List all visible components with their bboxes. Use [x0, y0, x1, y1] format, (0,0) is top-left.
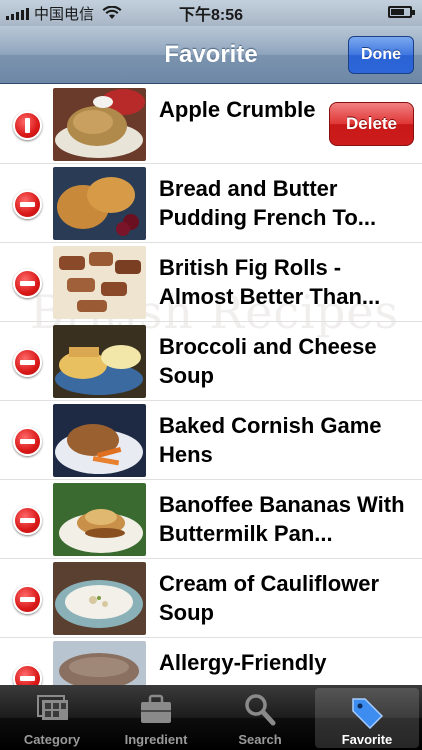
tab-category[interactable]: Category [0, 685, 104, 750]
tab-label: Favorite [341, 732, 393, 747]
tab-bar: Category Ingredient Search Favorite [0, 685, 422, 750]
list-item[interactable]: Banoffee Bananas With Buttermilk Pan... [0, 480, 422, 559]
recipe-thumbnail [53, 167, 146, 240]
recipe-title: British Fig Rolls - Almost Better Than..… [159, 255, 381, 309]
battery-icon [388, 6, 415, 18]
list-item[interactable]: Apple Crumble Delete [0, 85, 422, 164]
recipe-title: Baked Cornish Game Hens [159, 413, 382, 467]
done-button[interactable]: Done [348, 36, 414, 74]
delete-toggle-icon[interactable] [13, 664, 42, 685]
list-item[interactable]: Allergy-Friendly [0, 638, 422, 685]
recipe-title: Cream of Cauliflower Soup [159, 571, 380, 625]
favorites-list[interactable]: British Recipes Apple Crumble Delete Bre… [0, 85, 422, 685]
list-item[interactable]: Bread and Butter Pudding French To... [0, 164, 422, 243]
clock: 下午8:56 [178, 7, 244, 24]
status-bar: 中国电信 下午8:56 [0, 0, 422, 26]
recipe-thumbnail [53, 325, 146, 398]
delete-toggle-icon[interactable] [13, 506, 42, 535]
delete-toggle-icon[interactable] [13, 427, 42, 456]
delete-toggle-icon[interactable] [13, 585, 42, 614]
tab-ingredient[interactable]: Ingredient [104, 685, 208, 750]
recipe-title: Banoffee Bananas With Buttermilk Pan... [159, 492, 405, 546]
recipe-thumbnail [53, 246, 146, 319]
recipe-title: Allergy-Friendly [159, 650, 327, 675]
briefcase-icon [141, 694, 171, 723]
recipe-title: Apple Crumble [159, 97, 316, 122]
recipe-thumbnail [53, 562, 146, 635]
list-item[interactable]: Broccoli and Cheese Soup [0, 322, 422, 401]
tab-label: Ingredient [124, 732, 188, 747]
delete-toggle-icon[interactable] [13, 111, 42, 140]
list-item[interactable]: Cream of Cauliflower Soup [0, 559, 422, 638]
recipe-thumbnail [53, 88, 146, 161]
delete-toggle-icon[interactable] [13, 190, 42, 219]
recipe-title: Broccoli and Cheese Soup [159, 334, 377, 388]
category-icon [37, 695, 68, 720]
search-icon [245, 694, 276, 726]
recipe-thumbnail [53, 641, 146, 685]
list-item[interactable]: Baked Cornish Game Hens [0, 401, 422, 480]
tab-favorite[interactable]: Favorite [315, 688, 419, 748]
delete-toggle-icon[interactable] [13, 348, 42, 377]
delete-toggle-icon[interactable] [13, 269, 42, 298]
tab-search[interactable]: Search [208, 685, 312, 750]
tab-label: Search [238, 732, 282, 747]
tab-label: Category [23, 732, 81, 747]
list-item[interactable]: British Fig Rolls - Almost Better Than..… [0, 243, 422, 322]
recipe-thumbnail [53, 404, 146, 477]
recipe-title: Bread and Butter Pudding French To... [159, 176, 377, 230]
recipe-thumbnail [53, 483, 146, 556]
delete-button[interactable]: Delete [329, 102, 414, 146]
tag-icon [352, 698, 384, 729]
navigation-bar: Favorite Done [0, 26, 422, 84]
